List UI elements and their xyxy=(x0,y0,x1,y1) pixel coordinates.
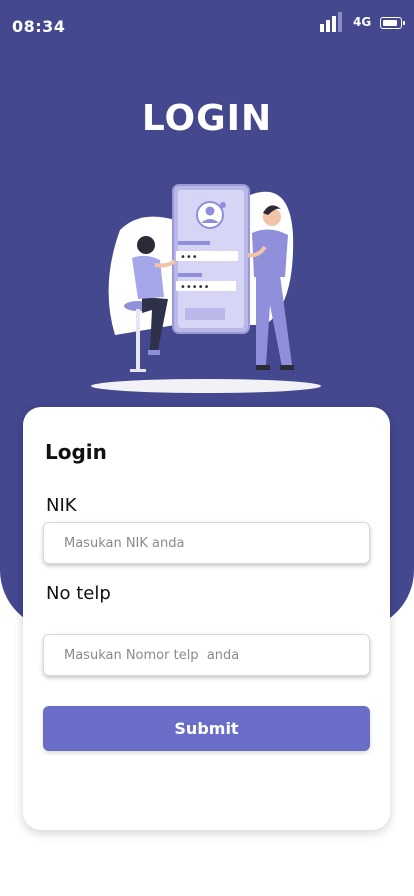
password-dots-2: ••••• xyxy=(180,282,210,293)
phone-label: No telp xyxy=(46,583,111,604)
form-label-bar-2 xyxy=(178,273,202,277)
signal-icon xyxy=(320,12,342,32)
stool-leg xyxy=(136,309,140,369)
nik-label: NIK xyxy=(46,495,77,516)
form-title: Login xyxy=(45,440,107,464)
login-illustration: ••• ••••• xyxy=(91,184,321,393)
status-time: 08:34 xyxy=(12,17,66,36)
form-label-bar xyxy=(178,241,210,245)
ground-shadow xyxy=(91,379,321,393)
nik-input[interactable] xyxy=(43,522,370,564)
password-dots-1: ••• xyxy=(180,252,198,263)
phone-button xyxy=(185,308,225,320)
status-bar: 08:34 4G xyxy=(0,0,414,50)
login-card: Login NIK No telp Submit xyxy=(23,407,390,830)
woman-head xyxy=(137,236,155,254)
battery-icon xyxy=(380,17,405,29)
submit-button[interactable]: Submit xyxy=(43,706,370,751)
phone-input[interactable] xyxy=(43,634,370,676)
network-type: 4G xyxy=(353,15,372,29)
page-title: LOGIN xyxy=(141,98,273,139)
